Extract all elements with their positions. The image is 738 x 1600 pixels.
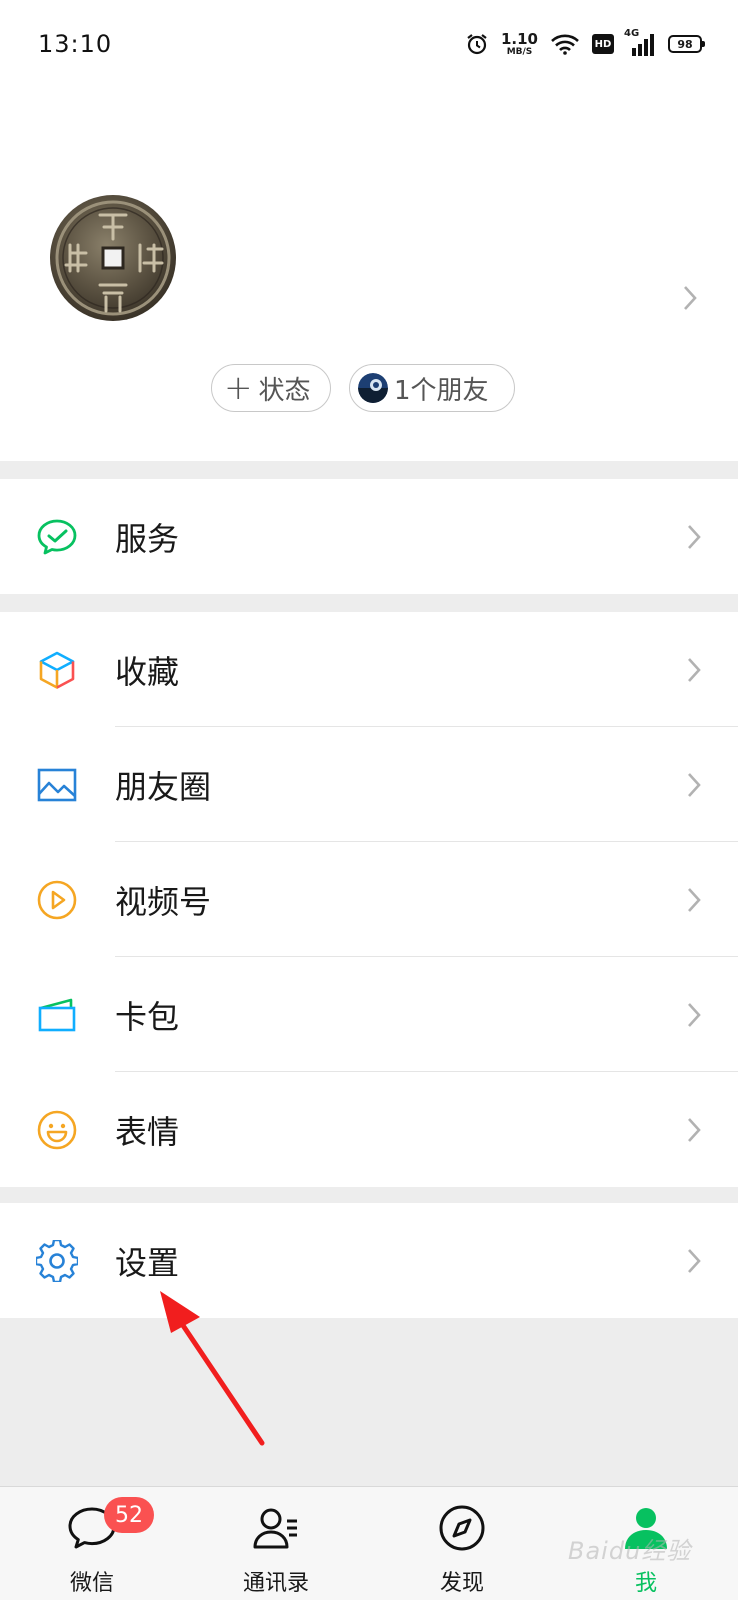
smile-icon (37, 1110, 77, 1149)
features-group: 收藏 朋友圈 视频号 卡包 表情 (0, 612, 738, 1187)
profile-header: 13:10 1.10 MB/S HD 4G 98 + 状态 1个朋友 (0, 0, 738, 461)
menu-item-label: 服务 (115, 519, 180, 558)
menu-item-label: 视频号 (115, 882, 212, 921)
menu-item-moments[interactable]: 朋友圈 (0, 727, 738, 842)
chevron-right-icon (688, 887, 701, 912)
chevron-right-icon (688, 657, 701, 682)
watermark: Baidu经验 (568, 1537, 692, 1565)
status-icons: 1.10 MB/S HD 4G 98 (465, 28, 705, 58)
hd-icon: HD (592, 34, 614, 54)
menu-item-channels[interactable]: 视频号 (0, 842, 738, 957)
plus-icon: + (224, 368, 253, 408)
tab-label: 微信 (69, 1571, 114, 1596)
tab-bar: 52 微信 通讯录 发现 我 Baidu经验 (0, 1486, 738, 1600)
tab-contacts[interactable]: 通讯录 (216, 1487, 336, 1600)
wifi-icon (551, 34, 579, 55)
menu-item-label: 卡包 (115, 997, 180, 1036)
battery-icon: 98 (668, 35, 705, 53)
menu-item-favorites[interactable]: 收藏 (0, 612, 738, 727)
status-chip-label: 状态 (258, 375, 311, 406)
status-chip[interactable]: + 状态 (211, 364, 331, 412)
chevron-right-icon (688, 1002, 701, 1027)
friends-chip-label: 1个朋友 (394, 375, 489, 406)
gear-icon (36, 1239, 78, 1282)
menu-item-services[interactable]: 服务 (0, 479, 738, 594)
chevron-right-icon (688, 1248, 701, 1273)
cube-icon (39, 651, 75, 689)
battery-level: 98 (677, 37, 693, 51)
menu-item-settings[interactable]: 设置 (0, 1203, 738, 1318)
tab-label: 我 (634, 1571, 657, 1596)
tab-label: 发现 (439, 1571, 484, 1596)
chevron-right-icon (688, 772, 701, 797)
menu-item-stickers[interactable]: 表情 (0, 1072, 738, 1187)
chevron-right-icon (688, 524, 701, 549)
avatar[interactable] (48, 193, 178, 323)
contacts-icon (253, 1508, 297, 1549)
net-speed-value: 1.10 (500, 29, 538, 48)
unread-badge: 52 (104, 1497, 154, 1533)
menu-item-label: 朋友圈 (115, 767, 212, 806)
compass-icon (439, 1505, 485, 1551)
settings-group: 设置 (0, 1203, 738, 1318)
friend-avatar (358, 373, 388, 403)
tab-chats[interactable]: 52 微信 (32, 1487, 154, 1600)
card-icon (38, 998, 76, 1031)
net-speed: 1.10 MB/S (500, 29, 538, 57)
alarm-icon (467, 34, 487, 55)
image-icon (37, 768, 77, 801)
net-speed-unit: MB/S (506, 46, 533, 57)
play-icon (37, 880, 77, 919)
menu-item-label: 表情 (115, 1112, 180, 1151)
wechat-pay-icon (37, 519, 77, 554)
menu-item-cards[interactable]: 卡包 (0, 957, 738, 1072)
network-type: 4G (624, 28, 640, 39)
menu-item-label: 设置 (115, 1243, 180, 1282)
friends-chip[interactable]: 1个朋友 (349, 364, 515, 412)
signal-icon: 4G (624, 28, 656, 56)
services-group: 服务 (0, 479, 738, 594)
chevron-right-icon (688, 1117, 701, 1142)
tab-discover[interactable]: 发现 (402, 1487, 522, 1600)
tab-label: 通讯录 (242, 1571, 309, 1596)
status-time: 13:10 (38, 30, 113, 58)
chevron-right-icon[interactable] (682, 284, 698, 312)
menu-item-label: 收藏 (115, 652, 180, 691)
